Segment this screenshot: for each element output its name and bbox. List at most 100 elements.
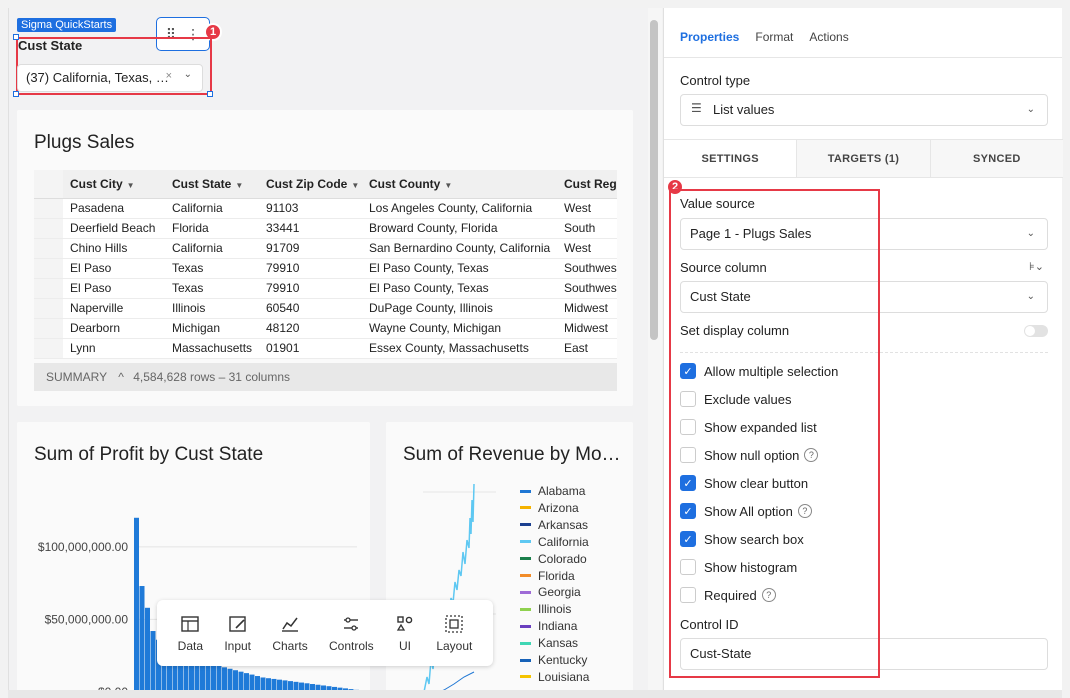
table-row[interactable]: Dearborn Michigan 48120 Wayne County, Michi… [34,318,617,339]
value-source-select[interactable]: Page 1 - Plugs Sales ⌄ [680,218,1048,250]
workbook-canvas[interactable]: Sigma QuickStarts ⠿ ⋮ 1 Cust State (37) … [8,8,648,690]
legend-item[interactable]: Arizona [520,501,579,515]
table-cell[interactable]: DuPage County, Illinois [362,298,557,319]
legend-item[interactable]: Kentucky [520,653,587,667]
table-row[interactable]: El Paso Texas 79910 El Paso County, Texas So… [34,278,617,299]
bar[interactable] [205,662,211,690]
table-cell[interactable]: Southwes [557,258,617,279]
option-exclude-values[interactable]: Exclude values [680,391,791,407]
table-cell[interactable]: Deerfield Beach [63,218,165,239]
chevron-up-icon[interactable]: ^ [118,370,124,384]
bar[interactable] [227,668,233,690]
bar[interactable] [271,678,277,690]
legend-item[interactable]: Indiana [520,619,577,633]
bar[interactable] [150,631,156,690]
horizontal-scrollbar[interactable] [8,690,1062,698]
tab-format[interactable]: Format [755,30,793,57]
checkbox[interactable]: ✓ [680,503,696,519]
checkbox[interactable]: ✓ [680,531,696,547]
table-row[interactable]: Deerfield Beach Florida 33441 Broward Count… [34,218,617,239]
table-cell[interactable]: El Paso [63,258,165,279]
option-required[interactable]: Required? [680,587,776,603]
table-row[interactable]: Chino Hills California 91709 San Bernardino… [34,238,617,259]
control-type-select[interactable]: ☰ List values ⌄ [680,94,1048,126]
table-cell[interactable]: East [557,338,617,359]
control-id-input[interactable]: Cust-State [680,638,1048,670]
bar[interactable] [139,586,145,690]
resize-handle[interactable] [207,91,213,97]
bar[interactable] [277,679,282,690]
bar[interactable] [260,677,266,690]
column-header[interactable]: Cust County ▼ [362,170,557,199]
subtab-settings[interactable]: SETTINGS [664,140,798,177]
checkbox[interactable]: ✓ [680,475,696,491]
table-cell[interactable]: 01901 [259,338,362,359]
table-row[interactable]: El Paso Texas 79910 El Paso County, Texas So… [34,258,617,279]
table-summary-bar[interactable]: SUMMARY ^ 4,584,628 rows – 31 columns [34,363,617,391]
table-cell[interactable]: Texas [165,278,259,299]
bar[interactable] [244,673,249,690]
bar[interactable] [233,670,238,690]
table-cell[interactable]: Pasadena [63,198,165,219]
table-cell[interactable]: Texas [165,258,259,279]
table-cell[interactable]: Florida [165,218,259,239]
legend-item[interactable]: Kansas [520,636,578,650]
legend-item[interactable]: Louisiana [520,670,589,684]
bar[interactable] [288,681,293,690]
cust-state-list-control[interactable]: (37) California, Texas, … × ⌄ [17,64,203,92]
table-cell[interactable]: Michigan [165,318,259,339]
column-header[interactable]: Cust State ▼ [165,170,259,199]
option-show-all-option[interactable]: ✓ Show All option? [680,503,812,519]
bar[interactable] [266,678,271,690]
table-card[interactable]: Plugs Sales Cust City ▼ Cust State ▼ Cust … [17,110,633,406]
checkbox[interactable] [680,559,696,575]
table-cell[interactable]: California [165,238,259,259]
bar[interactable] [238,671,244,690]
table-row[interactable]: Naperville Illinois 60540 DuPage County, Il… [34,298,617,319]
clear-icon[interactable]: × [166,70,172,82]
bar[interactable] [293,681,299,690]
table-cell[interactable]: 79910 [259,258,362,279]
help-icon[interactable]: ? [761,588,776,602]
table-cell[interactable]: Dearborn [63,318,165,339]
table-cell[interactable]: 33441 [259,218,362,239]
table-cell[interactable]: Massachusetts [165,338,259,359]
table-cell[interactable]: West [557,238,617,259]
table-cell[interactable]: Illinois [165,298,259,319]
subtab-targets[interactable]: TARGETS (1) [797,140,931,177]
legend-item[interactable]: Illinois [520,602,571,616]
column-header[interactable]: Cust City ▼ [63,170,165,199]
table-cell[interactable]: El Paso County, Texas [362,278,557,299]
add-layout-button[interactable]: Layout [436,614,472,653]
bar[interactable] [222,667,227,690]
help-icon[interactable]: ? [804,448,819,462]
table-cell[interactable]: Midwest [557,298,617,319]
checkbox[interactable] [680,419,696,435]
table-cell[interactable]: California [165,198,259,219]
bar[interactable] [134,517,139,690]
data-table[interactable]: Cust City ▼ Cust State ▼ Cust Zip Code ▼ Cu… [34,170,617,359]
table-cell[interactable]: West [557,198,617,219]
table-cell[interactable]: 60540 [259,298,362,319]
option-show-histogram[interactable]: Show histogram [680,559,797,575]
checkbox[interactable]: ✓ [680,363,696,379]
table-cell[interactable]: 79910 [259,278,362,299]
table-row[interactable]: Lynn Massachusetts 01901 Essex County, Mass… [34,338,617,359]
set-display-column-toggle[interactable] [1024,325,1048,337]
legend-item[interactable]: Georgia [520,585,581,599]
table-cell[interactable]: 91103 [259,198,362,219]
checkbox[interactable] [680,391,696,407]
table-cell[interactable]: Midwest [557,318,617,339]
legend-item[interactable]: Colorado [520,552,587,566]
legend-item[interactable]: Alabama [520,484,585,498]
bar[interactable] [299,682,304,690]
table-cell[interactable]: Wayne County, Michigan [362,318,557,339]
table-cell[interactable]: 91709 [259,238,362,259]
checkbox[interactable] [680,447,696,463]
table-cell[interactable]: Lynn [63,338,165,359]
legend-item[interactable]: Arkansas [520,518,588,532]
add-input-button[interactable]: Input [224,614,251,653]
subtab-synced[interactable]: SYNCED [930,140,1063,177]
table-cell[interactable]: El Paso County, Texas [362,258,557,279]
table-cell[interactable]: Naperville [63,298,165,319]
